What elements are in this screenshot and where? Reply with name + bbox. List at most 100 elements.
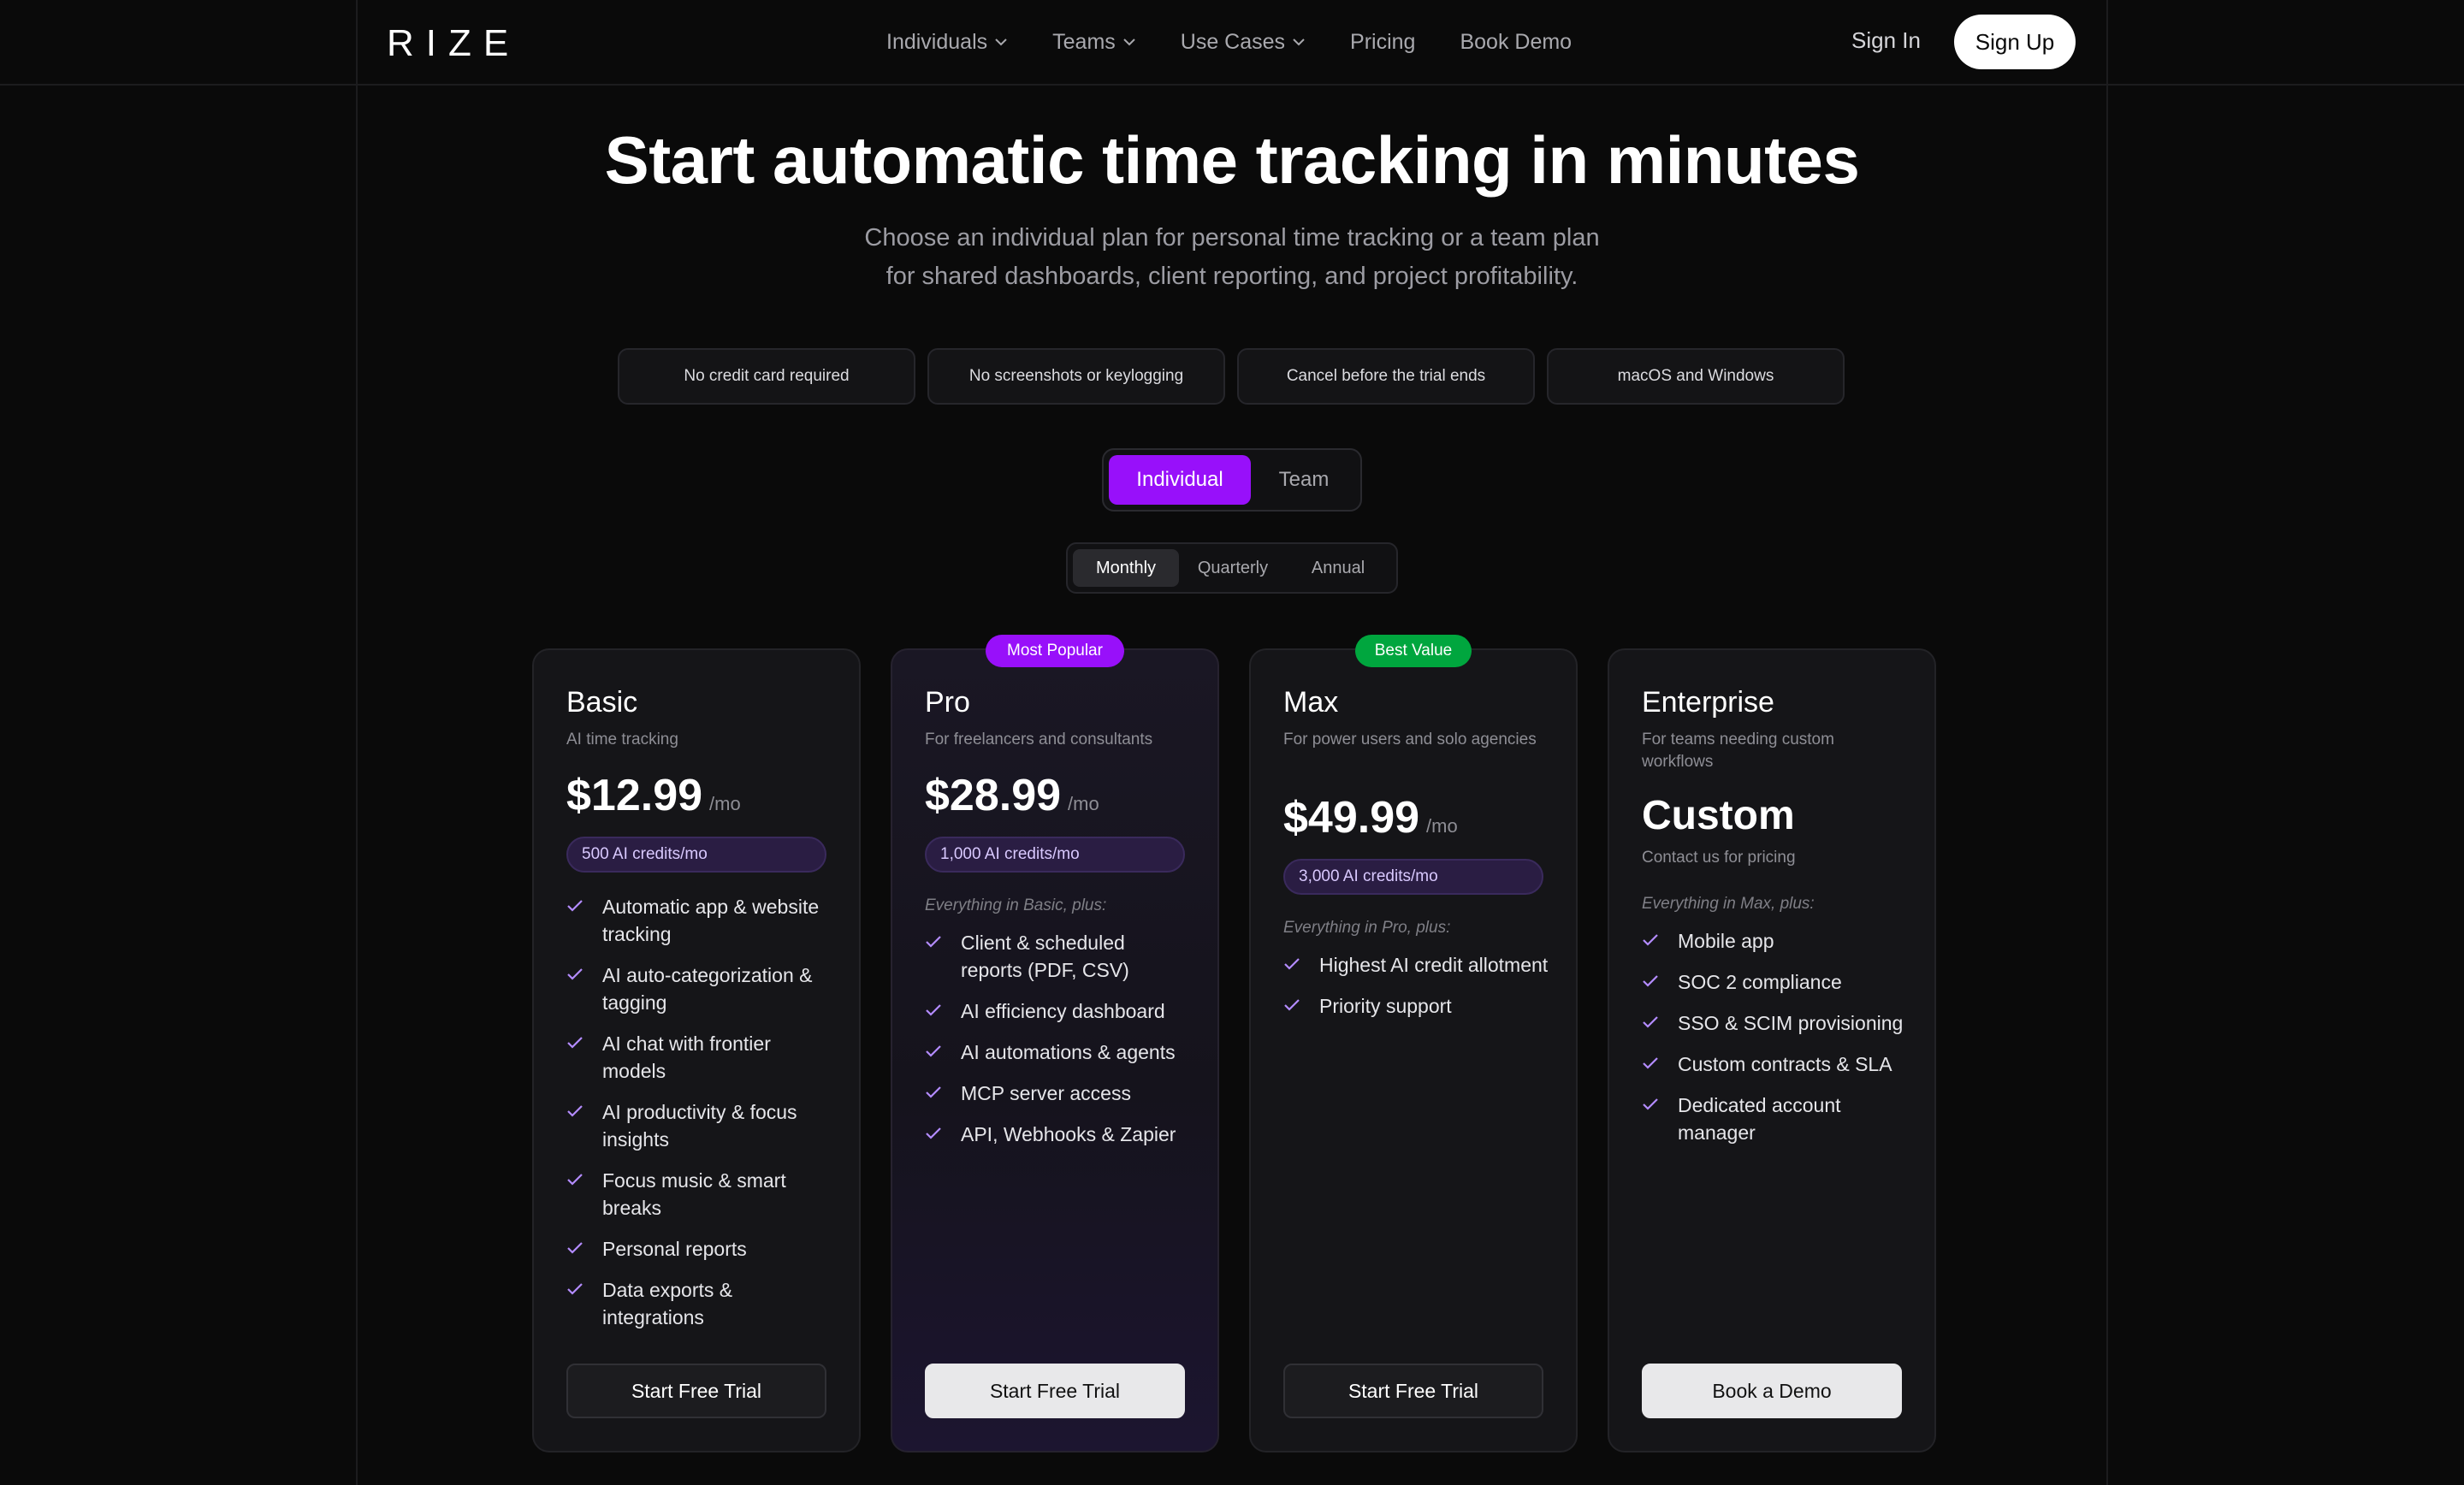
nav-individuals[interactable]: Individuals <box>886 30 1008 55</box>
feature-text: API, Webhooks & Zapier <box>961 1123 1176 1145</box>
list-item: Custom contracts & SLA <box>1642 1050 1907 1078</box>
plan-description: AI time tracking <box>566 731 678 748</box>
check-icon <box>1643 934 1658 946</box>
check-icon <box>567 1283 583 1295</box>
feature-list: Highest AI credit allotment Priority sup… <box>1283 951 1549 1033</box>
list-item: Highest AI credit allotment <box>1283 951 1549 979</box>
check-icon <box>567 1037 583 1049</box>
page-subtitle: Choose an individual plan for personal t… <box>0 219 2464 296</box>
feature-text: AI automations & agents <box>961 1041 1176 1063</box>
feature-text: AI productivity & focus insights <box>602 1101 797 1151</box>
list-item: Dedicated account manager <box>1642 1092 1907 1146</box>
pill-platforms: macOS and Windows <box>1547 348 1845 405</box>
nav-pricing[interactable]: Pricing <box>1350 30 1415 55</box>
feature-text: AI chat with frontier models <box>602 1032 771 1082</box>
list-item: SSO & SCIM provisioning <box>1642 1009 1907 1037</box>
plan-name: Enterprise <box>1642 686 1774 719</box>
plan-description: For teams needing custom workflows <box>1642 731 1834 771</box>
list-item: SOC 2 compliance <box>1642 968 1907 996</box>
includes-label: Everything in Basic, plus: <box>925 896 1107 914</box>
feature-text: Client & scheduled reports (PDF, CSV) <box>961 932 1129 981</box>
check-icon <box>1284 999 1300 1011</box>
plan-description: For power users and solo agencies <box>1283 731 1537 748</box>
ai-credits-badge: 1,000 AI credits/mo <box>925 837 1185 873</box>
billing-period-toggle: Monthly Quarterly Annual <box>1066 542 1398 594</box>
list-item: Automatic app & website tracking <box>566 893 832 948</box>
price-row: $49.99 /mo <box>1283 792 1458 843</box>
plan-card-basic: Basic AI time tracking $12.99 /mo 500 AI… <box>532 648 861 1452</box>
rize-logo[interactable]: RIZE <box>387 22 520 65</box>
toggle-individual[interactable]: Individual <box>1109 455 1251 505</box>
list-item: MCP server access <box>925 1080 1190 1107</box>
plan-price: $49.99 <box>1283 793 1420 843</box>
feature-text: MCP server access <box>961 1082 1131 1104</box>
ai-credits-badge: 500 AI credits/mo <box>566 837 826 873</box>
check-icon <box>1643 975 1658 987</box>
plan-name: Basic <box>566 686 638 719</box>
subtitle-line-2: for shared dashboards, client reporting,… <box>886 263 1578 290</box>
nav-links: Individuals Teams Use Cases Pricing Book… <box>886 0 1616 84</box>
check-icon <box>567 1242 583 1254</box>
plan-price: $12.99 <box>566 771 703 820</box>
check-icon <box>926 936 941 948</box>
plan-card-max: Best Value Max For power users and solo … <box>1249 635 1578 1452</box>
billing-monthly[interactable]: Monthly <box>1073 549 1179 587</box>
price-period: /mo <box>1068 793 1099 814</box>
list-item: Priority support <box>1283 992 1549 1020</box>
check-icon <box>1643 1098 1658 1110</box>
billing-annual[interactable]: Annual <box>1287 549 1389 587</box>
check-icon <box>567 1105 583 1117</box>
book-demo-button[interactable]: Book a Demo <box>1642 1364 1902 1418</box>
list-item: AI efficiency dashboard <box>925 997 1190 1025</box>
feature-text: Dedicated account manager <box>1678 1094 1841 1144</box>
sign-in-link[interactable]: Sign In <box>1851 27 1921 54</box>
check-icon <box>1284 958 1300 970</box>
most-popular-badge: Most Popular <box>986 635 1124 667</box>
start-free-trial-button[interactable]: Start Free Trial <box>925 1364 1185 1418</box>
feature-text: Personal reports <box>602 1238 747 1260</box>
ai-credits-badge: 3,000 AI credits/mo <box>1283 859 1543 895</box>
list-item: API, Webhooks & Zapier <box>925 1121 1190 1148</box>
top-nav: RIZE Individuals Teams Use Cases Pricing… <box>0 0 2464 86</box>
list-item: AI auto-categorization & tagging <box>566 961 832 1016</box>
check-icon <box>926 1004 941 1016</box>
check-icon <box>567 968 583 980</box>
feature-text: Automatic app & website tracking <box>602 896 820 945</box>
billing-quarterly[interactable]: Quarterly <box>1186 549 1280 587</box>
nav-use-cases[interactable]: Use Cases <box>1181 30 1306 55</box>
check-icon <box>926 1086 941 1098</box>
nav-book-demo[interactable]: Book Demo <box>1460 30 1572 55</box>
sign-up-button[interactable]: Sign Up <box>1954 15 2076 69</box>
feature-pills: No credit card required No screenshots o… <box>618 348 1845 405</box>
pill-no-credit-card: No credit card required <box>618 348 915 405</box>
feature-list: Mobile app SOC 2 compliance SSO & SCIM p… <box>1642 927 1907 1160</box>
price-row: $12.99 /mo <box>566 770 741 821</box>
price-period: /mo <box>709 793 741 814</box>
check-icon <box>1643 1016 1658 1028</box>
plan-type-toggle: Individual Team <box>1102 448 1362 512</box>
start-free-trial-button[interactable]: Start Free Trial <box>1283 1364 1543 1418</box>
feature-text: AI efficiency dashboard <box>961 1000 1165 1022</box>
list-item: Personal reports <box>566 1235 832 1263</box>
nav-book-demo-label: Book Demo <box>1460 29 1573 54</box>
feature-text: AI auto-categorization & tagging <box>602 964 813 1014</box>
nav-individuals-label: Individuals <box>886 29 988 54</box>
toggle-team[interactable]: Team <box>1253 455 1355 505</box>
list-item: Mobile app <box>1642 927 1907 955</box>
chevron-down-icon <box>1293 38 1305 46</box>
check-icon <box>1643 1057 1658 1069</box>
nav-teams[interactable]: Teams <box>1052 30 1136 55</box>
check-icon <box>567 1174 583 1186</box>
plan-description: For freelancers and consultants <box>925 731 1153 748</box>
feature-text: Data exports & integrations <box>602 1279 733 1328</box>
feature-text: Focus music & smart breaks <box>602 1169 786 1219</box>
plan-price: Custom <box>1642 793 1795 838</box>
price-period: /mo <box>1426 815 1458 837</box>
start-free-trial-button[interactable]: Start Free Trial <box>566 1364 826 1418</box>
feature-text: Mobile app <box>1678 930 1774 952</box>
includes-label: Everything in Max, plus: <box>1642 895 1815 913</box>
list-item: AI automations & agents <box>925 1038 1190 1066</box>
page-title: Start automatic time tracking in minutes <box>604 122 1860 198</box>
chevron-down-icon <box>995 38 1007 46</box>
includes-label: Everything in Pro, plus: <box>1283 919 1451 937</box>
